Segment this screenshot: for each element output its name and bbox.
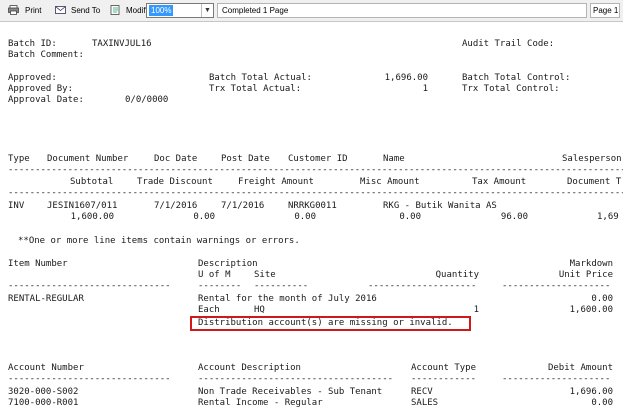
- dist-account-description: Rental Income - Regular: [198, 398, 323, 408]
- trx-total-actual-label: Trx Total Actual:: [209, 84, 302, 94]
- audit-trail-label: Audit Trail Code:: [462, 39, 555, 49]
- batch-id-value: TAXINVJUL16: [92, 39, 152, 49]
- batch-total-actual-label: Batch Total Actual:: [209, 73, 312, 83]
- error-highlight-box: [190, 316, 471, 331]
- col-item-number: Item Number: [8, 259, 68, 269]
- col-quantity: Quantity: [435, 270, 479, 280]
- col-document-total: Document T: [567, 177, 622, 187]
- zoom-select[interactable]: 100% ▼: [146, 3, 214, 18]
- doc-subtotal: 1,600.00: [70, 212, 114, 222]
- col-tax-amount: Tax Amount: [472, 177, 527, 187]
- divider: ----------------------------------------…: [8, 188, 623, 198]
- col-customer-id: Customer ID: [288, 154, 348, 164]
- approval-date-label: Approval Date:: [8, 95, 84, 105]
- col-document-number: Document Number: [47, 154, 129, 164]
- modify-icon: [110, 5, 120, 15]
- dist-account-number: 7100-000-R001: [8, 398, 79, 408]
- col-markdown: Markdown: [569, 259, 613, 269]
- doc-total: 1,69: [597, 212, 619, 222]
- line-description: Rental for the month of July 2016: [198, 294, 377, 304]
- col-account-number: Account Number: [8, 363, 84, 373]
- divider: ------------: [411, 374, 477, 384]
- divider: --------------------: [502, 281, 611, 291]
- line-unit-price: 1,600.00: [569, 305, 613, 315]
- approval-date-value: 0/0/0000: [125, 95, 169, 105]
- divider: --------------------: [368, 281, 477, 291]
- divider: ------------------------------: [8, 281, 171, 291]
- report-page: Batch ID: TAXINVJUL16 Audit Trail Code: …: [0, 23, 623, 410]
- print-button[interactable]: Print: [25, 3, 41, 19]
- doc-number: JESIN1607/011: [47, 201, 118, 211]
- line-uofm: Each: [198, 305, 220, 315]
- dist-account-description: Non Trade Receivables - Sub Tenant: [198, 387, 383, 397]
- col-type: Type: [8, 154, 30, 164]
- col-misc-amount: Misc Amount: [360, 177, 420, 187]
- page-indicator: Page 1: [590, 3, 620, 18]
- dist-account-type: RECV: [411, 387, 433, 397]
- line-quantity: 1: [473, 305, 479, 315]
- col-trade-discount: Trade Discount: [137, 177, 213, 187]
- doc-type: INV: [8, 201, 25, 211]
- batch-comment-label: Batch Comment:: [8, 50, 84, 60]
- divider: --------------------: [502, 374, 611, 384]
- batch-total-control-label: Batch Total Control:: [462, 73, 571, 83]
- doc-tax: 96.00: [500, 212, 528, 222]
- status-field: Completed 1 Page: [217, 3, 587, 18]
- trx-total-actual-value: 1: [422, 84, 428, 94]
- chevron-down-icon[interactable]: ▼: [201, 4, 213, 17]
- col-freight-amount: Freight Amount: [238, 177, 314, 187]
- printer-icon: [8, 5, 19, 15]
- batch-total-actual-value: 1,696.00: [384, 73, 428, 83]
- doc-date: 7/1/2016: [154, 201, 198, 211]
- report-toolbar: Print Send To Modify 100% ▼ Completed 1 …: [0, 0, 623, 22]
- approved-by-label: Approved By:: [8, 84, 74, 94]
- col-unit-price: Unit Price: [558, 270, 613, 280]
- line-site: HQ: [254, 305, 265, 315]
- doc-customer-id: NRRKG0011: [288, 201, 337, 211]
- col-site: Site: [254, 270, 276, 280]
- divider: ----------------------------------------…: [8, 165, 623, 175]
- col-doc-date: Doc Date: [154, 154, 198, 164]
- zoom-value: 100%: [149, 5, 174, 16]
- col-post-date: Post Date: [221, 154, 270, 164]
- col-account-description: Account Description: [198, 363, 301, 373]
- doc-customer-name: RKG - Butik Wanita AS: [383, 201, 497, 211]
- dist-account-type: SALES: [411, 398, 439, 408]
- doc-freight: 0.00: [294, 212, 316, 222]
- col-name: Name: [383, 154, 405, 164]
- dist-debit-amount: 0.00: [591, 398, 613, 408]
- col-description: Description: [198, 259, 258, 269]
- warning-note: **One or more line items contain warning…: [18, 236, 300, 246]
- trx-total-control-label: Trx Total Control:: [462, 84, 560, 94]
- dist-account-number: 3020-000-S002: [8, 387, 79, 397]
- approved-label: Approved:: [8, 73, 57, 83]
- line-item-number: RENTAL-REGULAR: [8, 294, 84, 304]
- doc-trade-discount: 0.00: [193, 212, 215, 222]
- line-markdown: 0.00: [591, 294, 613, 304]
- divider: ------------------------------: [8, 374, 171, 384]
- dist-debit-amount: 1,696.00: [569, 387, 613, 397]
- divider: --------: [198, 281, 242, 291]
- divider: ------------------------------------: [198, 374, 394, 384]
- doc-misc: 0.00: [399, 212, 421, 222]
- col-uofm: U of M: [198, 270, 231, 280]
- doc-post-date: 7/1/2016: [221, 201, 265, 211]
- col-account-type: Account Type: [411, 363, 477, 373]
- batch-id-label: Batch ID:: [8, 39, 57, 49]
- col-debit-amount: Debit Amount: [547, 363, 613, 373]
- send-to-button[interactable]: Send To: [71, 3, 100, 19]
- divider: ----------: [254, 281, 309, 291]
- col-subtotal: Subtotal: [70, 177, 114, 187]
- send-to-icon: [55, 6, 66, 14]
- col-salesperson: Salesperson: [562, 154, 622, 164]
